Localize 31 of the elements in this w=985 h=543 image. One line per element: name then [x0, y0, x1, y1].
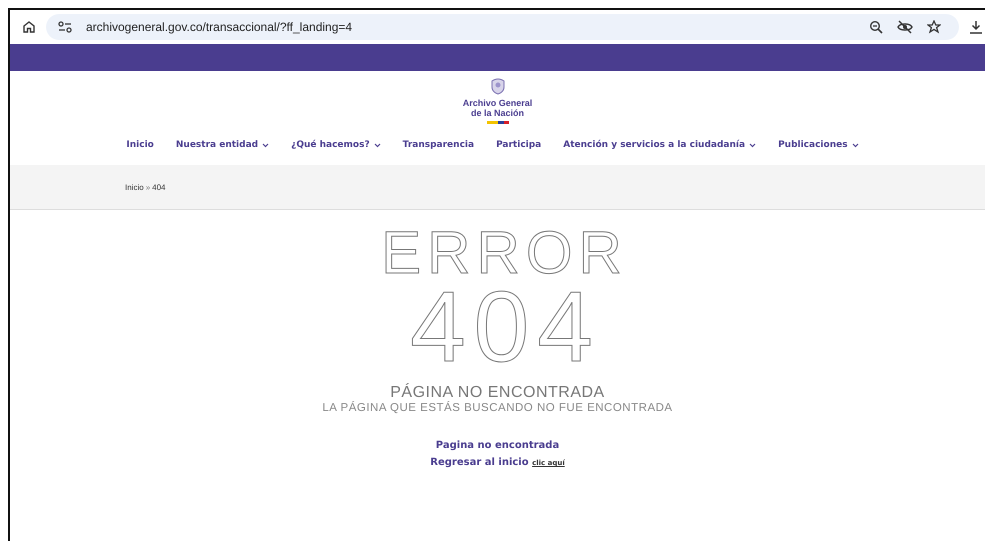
download-icon[interactable] — [969, 20, 983, 34]
url-text: archivogeneral.gov.co/transaccional/?ff_landing=4 — [86, 20, 352, 34]
zoom-out-icon[interactable] — [869, 20, 883, 34]
error-subheading: LA PÁGINA QUE ESTÁS BUSCANDO NO FUE ENCONTRADA — [322, 402, 673, 414]
chevron-down-icon — [852, 142, 859, 148]
error-heading: PÁGINA NO ENCONTRADA — [390, 384, 605, 401]
flag-stripe-icon — [486, 121, 508, 124]
home-icon[interactable] — [22, 20, 36, 34]
nav-menu-item[interactable]: Atención y servicios a la ciudadanía — [563, 140, 756, 150]
nav-menu-item[interactable]: Participa — [496, 140, 542, 150]
chevron-down-icon — [374, 142, 381, 148]
eye-slash-icon[interactable] — [897, 20, 913, 34]
return-text: Regresar al inicio — [430, 457, 529, 468]
chevron-down-icon — [262, 142, 270, 148]
error-message: Pagina no encontrada — [436, 440, 560, 451]
nav-menu-item[interactable]: Publicaciones — [778, 140, 859, 150]
error-title: ERROR — [380, 224, 628, 282]
nav-menu-item[interactable]: Inicio — [126, 140, 154, 150]
nav-menu-item[interactable]: ¿Qué hacemos? — [291, 140, 381, 150]
site-settings-icon[interactable] — [58, 21, 72, 33]
logo-text[interactable]: Archivo General de la Nación — [462, 98, 532, 118]
chevron-down-icon — [749, 142, 756, 148]
star-icon[interactable] — [927, 20, 941, 34]
breadcrumb-home-link[interactable]: Inicio — [125, 182, 144, 192]
nav-menu-item[interactable]: Nuestra entidad — [176, 140, 270, 150]
breadcrumb-current: 404 — [152, 182, 166, 192]
address-bar[interactable]: archivogeneral.gov.co/transaccional/?ff_landing=4 — [46, 14, 959, 40]
coat-of-arms-icon — [490, 77, 506, 95]
breadcrumb-separator: » — [146, 182, 150, 192]
error-code: 404 — [410, 282, 601, 372]
nav-menu-item[interactable]: Transparencia — [402, 140, 474, 150]
